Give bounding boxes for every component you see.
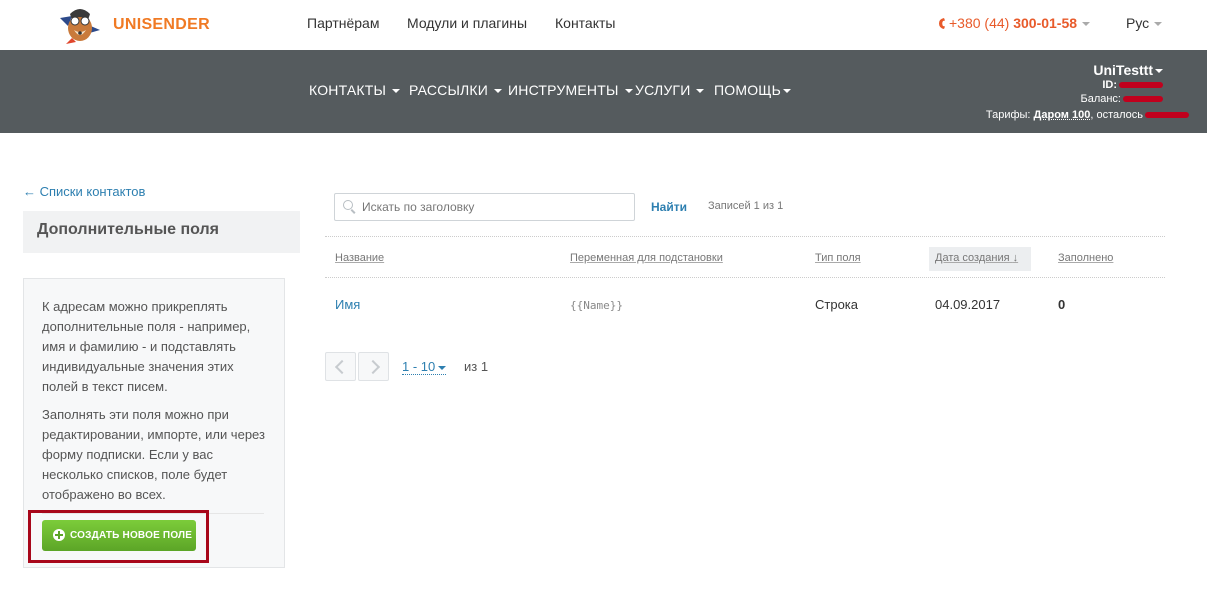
chevron-down-icon	[494, 89, 503, 94]
page-size-dropdown[interactable]: 1 - 10	[402, 359, 447, 375]
search-icon	[343, 200, 353, 210]
find-button[interactable]: Найти	[651, 200, 687, 214]
create-button-label: СОЗДАТЬ НОВОЕ ПОЛЕ	[70, 530, 193, 541]
phone-number: 300-01-58	[1013, 15, 1078, 31]
page-range-label: 1 - 10	[402, 359, 436, 374]
nav-help-label: ПОМОЩЬ	[714, 82, 782, 98]
user-menu[interactable]: UniTesttt	[1093, 62, 1163, 78]
nav-contacts-label: КОНТАКТЫ	[309, 82, 387, 98]
info-paragraph-1: К адресам можно прикреплять дополнительн…	[42, 299, 251, 394]
tariff-label: Тарифы:	[985, 109, 1031, 121]
cell-date: 04.09.2017	[935, 297, 1001, 312]
fox-pilot-logo-icon[interactable]	[56, 4, 102, 46]
back-to-contact-lists-link[interactable]: ← Списки контактов	[23, 184, 145, 199]
nav-help[interactable]: ПОМОЩЬ	[714, 82, 792, 98]
account-balance: Баланс:	[1080, 93, 1163, 105]
column-header-date[interactable]: Дата создания ↓	[935, 252, 1018, 264]
nav-services-label: УСЛУГИ	[635, 82, 691, 98]
nav-contacts[interactable]: КОНТАКТЫ	[309, 82, 401, 98]
account-id-label: ID:	[1102, 79, 1117, 91]
table-header-divider	[325, 277, 1165, 278]
top-bar: UNISENDER Партнёрам Модули и плагины Кон…	[0, 0, 1207, 50]
topnav-contacts[interactable]: Контакты	[555, 15, 615, 31]
chevron-down-icon	[1155, 69, 1163, 74]
account-tariff: Тарифы: Даром 100, осталось	[986, 109, 1189, 121]
page-total: из 1	[464, 359, 489, 374]
language-dropdown[interactable]: Рус	[1126, 15, 1163, 31]
username: UniTesttt	[1093, 62, 1153, 78]
chevron-down-icon	[624, 89, 633, 94]
balance-label: Баланс:	[1080, 93, 1121, 105]
prev-page-button[interactable]	[325, 352, 356, 381]
cell-filled: 0	[1058, 297, 1066, 312]
nav-tools[interactable]: ИНСТРУМЕНТЫ	[508, 82, 633, 98]
nav-mailings[interactable]: РАССЫЛКИ	[409, 82, 503, 98]
redacted-id	[1119, 82, 1163, 89]
records-count: Записей 1 из 1	[708, 200, 784, 212]
chevron-down-icon	[438, 365, 447, 370]
plus-circle-icon	[53, 529, 65, 541]
page-title: Дополнительные поля	[23, 211, 300, 253]
chevron-down-icon	[392, 89, 401, 94]
remaining-label: , осталось	[1090, 109, 1143, 121]
phone-dropdown[interactable]: +380 (44) 300-01-58	[938, 15, 1091, 31]
topnav-modules[interactable]: Модули и плагины	[407, 15, 527, 31]
chevron-down-icon	[783, 89, 792, 94]
cell-name-link[interactable]: Имя	[335, 297, 360, 312]
nav-mailings-label: РАССЫЛКИ	[409, 82, 489, 98]
phone-icon	[939, 18, 945, 29]
column-header-type[interactable]: Тип поля	[815, 252, 861, 264]
chevron-down-icon	[696, 89, 705, 94]
chevron-down-icon	[1082, 22, 1091, 27]
language-current: Рус	[1126, 15, 1150, 31]
topnav-partners[interactable]: Партнёрам	[307, 15, 379, 31]
main-navigation-bar: КОНТАКТЫ РАССЫЛКИ ИНСТРУМЕНТЫ УСЛУГИ ПОМ…	[0, 50, 1207, 133]
chevron-down-icon	[1154, 22, 1163, 27]
account-id: ID:	[1102, 79, 1163, 91]
tariff-link[interactable]: Даром 100	[1034, 109, 1091, 121]
redacted-remaining	[1145, 112, 1189, 119]
create-new-field-button[interactable]: СОЗДАТЬ НОВОЕ ПОЛЕ	[42, 520, 196, 551]
nav-services[interactable]: УСЛУГИ	[635, 82, 705, 98]
cell-variable: {{Name}}	[570, 299, 623, 312]
arrow-down-icon: ↓	[1012, 252, 1019, 264]
cell-type: Строка	[815, 297, 859, 312]
nav-tools-label: ИНСТРУМЕНТЫ	[508, 82, 619, 98]
column-header-filled[interactable]: Заполнено	[1058, 252, 1113, 264]
column-header-name[interactable]: Название	[335, 252, 384, 264]
search-input[interactable]	[334, 193, 635, 221]
info-paragraph-2: Заполнять эти поля можно при редактирова…	[42, 407, 265, 502]
table-top-divider	[325, 236, 1165, 237]
column-header-date-label: Дата создания	[935, 252, 1010, 264]
redacted-balance	[1123, 96, 1163, 103]
next-page-button[interactable]	[358, 352, 389, 381]
column-header-variable[interactable]: Переменная для подстановки	[570, 252, 723, 264]
brand-name[interactable]: UNISENDER	[113, 16, 210, 34]
phone-prefix: +380 (44)	[949, 15, 1014, 31]
